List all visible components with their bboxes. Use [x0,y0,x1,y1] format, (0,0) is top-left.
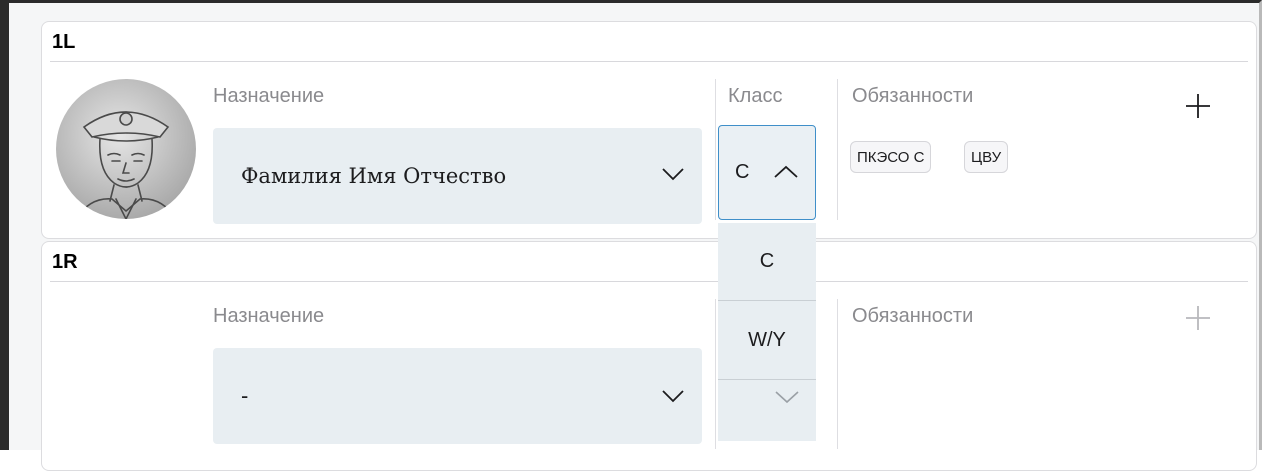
assignment-value: Фамилия Имя Отчество [241,164,507,188]
position-title: 1L [52,31,76,53]
duties-label: Обязанности [852,85,974,107]
option-divider [718,379,816,380]
class-select[interactable]: C [718,125,816,220]
divider [50,61,1248,62]
assignment-value: - [241,383,249,408]
assignment-select[interactable]: Фамилия Имя Отчество [213,128,702,224]
class-dropdown-menu: C W/Y [718,223,816,441]
column-divider [715,299,716,449]
column-divider [837,299,838,449]
add-duty-plus-icon[interactable] [1184,92,1212,120]
divider [50,281,1248,282]
app-frame: 1L Назначение Фамилия Имя Отчество Класс… [0,0,1262,471]
assignment-label: Назначение [213,85,325,107]
officer-portrait-icon [75,111,177,219]
avatar[interactable] [56,79,196,219]
chevron-down-icon [662,390,684,403]
assignment-select[interactable]: - [213,348,702,444]
column-divider [837,79,838,220]
duties-label: Обязанности [852,305,974,327]
chevron-down-icon [662,168,684,181]
assignment-label: Назначение [213,305,325,327]
add-duty-plus-icon[interactable] [1184,304,1212,332]
role-card-1r: 1R Назначение - Обязанности [41,241,1257,471]
class-option[interactable]: C [718,223,816,300]
duty-tag[interactable]: ЦВУ [964,141,1009,173]
chevron-up-icon [774,165,798,178]
role-card-1l: 1L Назначение Фамилия Имя Отчество Класс… [41,21,1257,239]
class-option[interactable]: W/Y [718,301,816,379]
chevron-down-icon [775,391,799,404]
position-title: 1R [52,251,78,273]
class-label: Класс [728,85,783,107]
column-divider [715,79,716,220]
duty-tag[interactable]: ПКЭСО С [850,141,932,173]
class-value: C [735,161,750,183]
